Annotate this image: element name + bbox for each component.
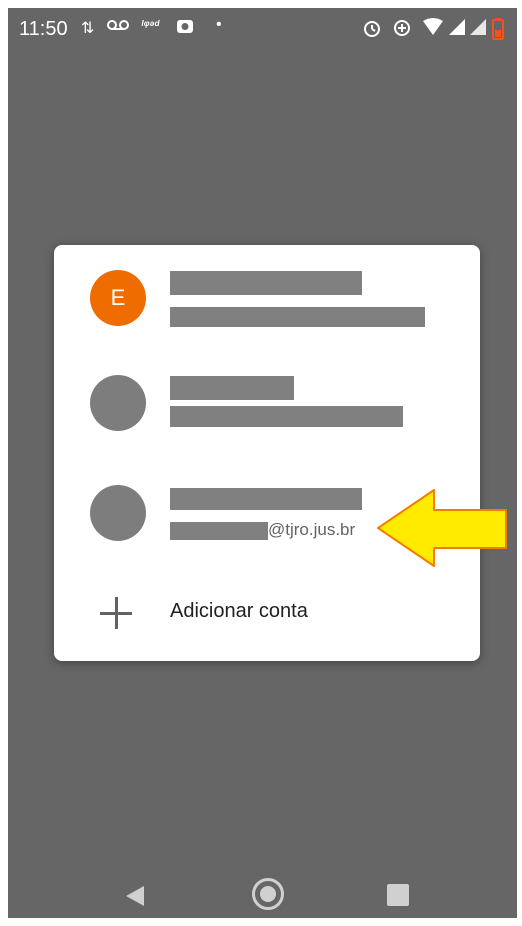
- redacted-account-name: [170, 376, 294, 400]
- carrier-icon: ᴵᵠᵊᵈ: [141, 18, 160, 32]
- yellow-arrow-annotation: [377, 489, 507, 567]
- account-picker-dialog: E @tjro.jus.br Adicionar conta: [54, 245, 480, 661]
- avatar: [90, 375, 146, 431]
- signal-icon: [469, 18, 487, 41]
- data-transfer-icon: ⇅: [81, 20, 95, 37]
- voicemail-icon: [106, 18, 130, 37]
- plus-icon: [100, 597, 132, 629]
- account-row[interactable]: [54, 355, 480, 455]
- dot-icon: •: [216, 16, 222, 33]
- avatar: E: [90, 270, 146, 326]
- redacted-email-prefix: [170, 522, 268, 540]
- account-row[interactable]: E: [54, 245, 480, 345]
- signal-icon: [448, 18, 466, 41]
- home-icon[interactable]: [252, 878, 284, 910]
- data-saver-icon: [392, 18, 412, 43]
- camera-notification-icon: [176, 18, 194, 39]
- redacted-account-email: [170, 406, 403, 427]
- wifi-icon: [422, 18, 444, 41]
- battery-low-icon: [492, 18, 504, 45]
- back-icon[interactable]: [124, 884, 146, 908]
- redacted-account-email: [170, 307, 425, 327]
- avatar: [90, 485, 146, 541]
- redacted-account-name: [170, 488, 362, 510]
- add-account-button[interactable]: Adicionar conta: [54, 585, 480, 645]
- phone-screen: 11:50 ⇅ ᴵᵠᵊᵈ • E @tjro.jus.br Adicionar …: [8, 8, 517, 918]
- status-time: 11:50: [19, 18, 68, 40]
- navigation-bar: [8, 868, 517, 918]
- account-email-domain: @tjro.jus.br: [268, 520, 356, 539]
- recents-icon[interactable]: [387, 884, 409, 906]
- add-account-label: Adicionar conta: [170, 600, 308, 622]
- status-bar: 11:50 ⇅ ᴵᵠᵊᵈ •: [8, 8, 517, 52]
- redacted-account-name: [170, 271, 362, 295]
- alarm-icon: [362, 18, 382, 43]
